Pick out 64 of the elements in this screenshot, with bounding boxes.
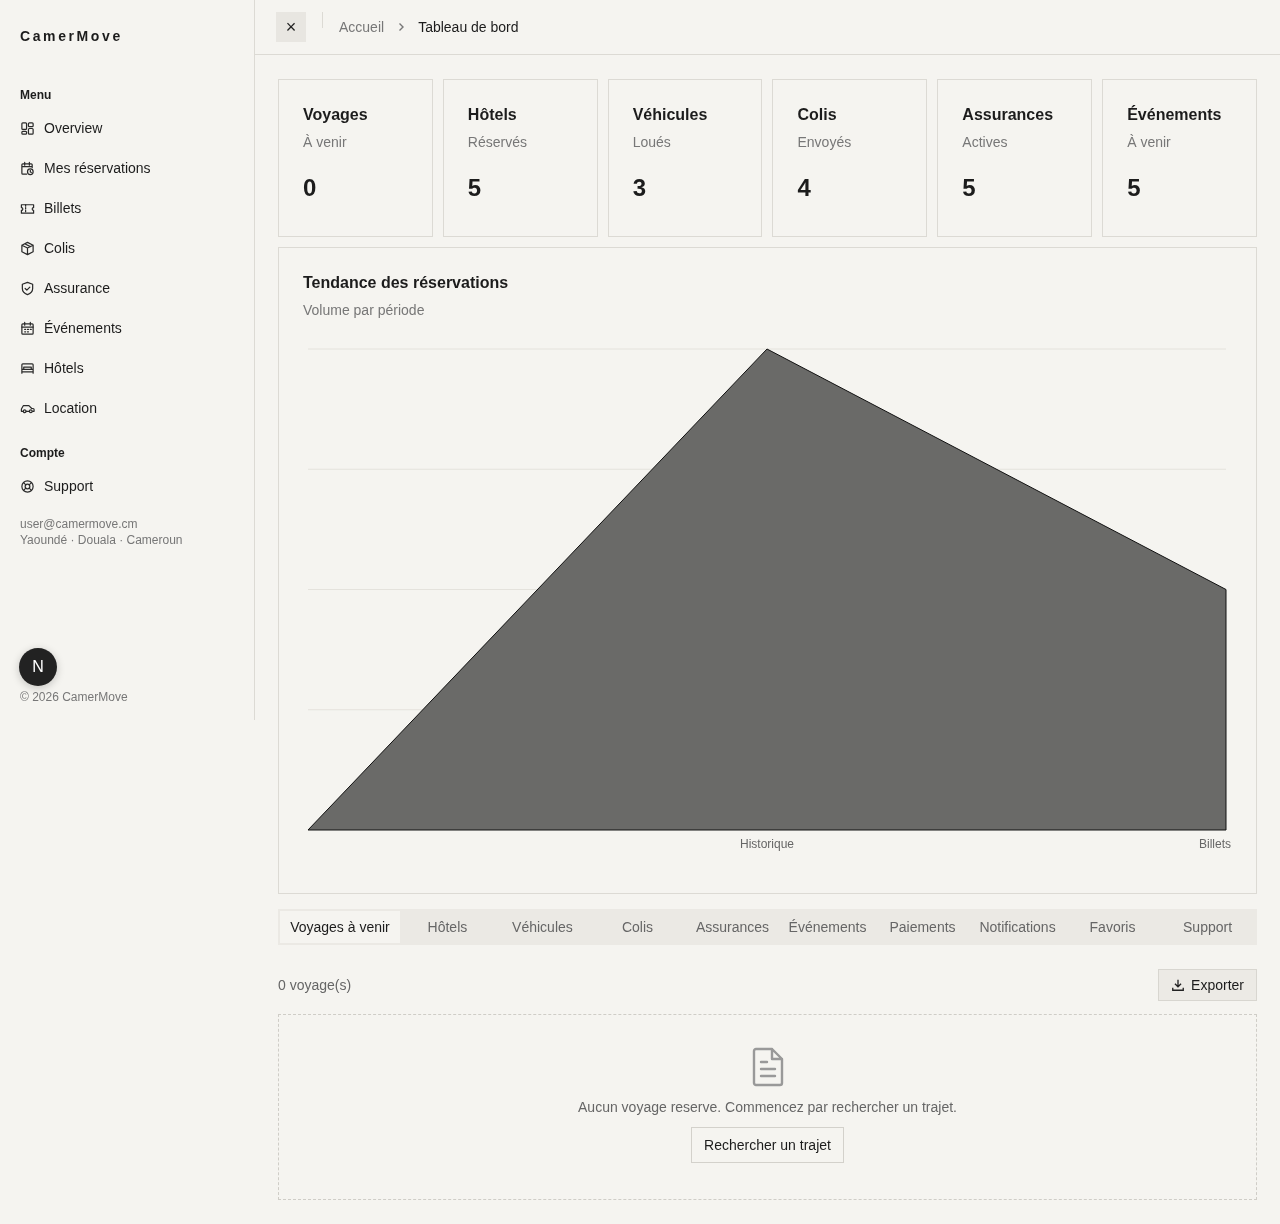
tab[interactable]: Hôtels xyxy=(399,911,495,943)
sidebar-item[interactable]: Colis xyxy=(20,228,76,268)
tab[interactable]: Événements xyxy=(779,911,875,943)
sidebar-item[interactable]: Overview xyxy=(20,108,103,148)
section-title: Menu xyxy=(20,88,53,102)
stat-title: Véhicules xyxy=(632,106,708,124)
copyright-text: © 2026 CamerMove xyxy=(20,690,129,704)
tab[interactable]: Assurances xyxy=(684,911,780,943)
sidebar-item[interactable]: Billets xyxy=(20,188,82,228)
section-title: Compte xyxy=(20,446,66,460)
empty-message: Aucun voyage reserve. Commencez par rechercher un trajet. xyxy=(578,1099,957,1115)
stat-value: 3 xyxy=(632,174,646,202)
tab[interactable]: Support xyxy=(1160,911,1256,943)
chart-subtitle: Volume par période xyxy=(303,302,425,318)
package-icon xyxy=(20,240,35,256)
calendar-clock-icon xyxy=(20,160,35,176)
breadcrumb-item[interactable]: Accueil xyxy=(339,19,385,35)
stat-title: Voyages xyxy=(303,106,368,124)
stat-subtitle: Loués xyxy=(632,134,671,150)
sidebar-item[interactable]: Location xyxy=(20,388,97,428)
brand-logo: CamerMove xyxy=(20,28,124,44)
stat-subtitle: Actives xyxy=(962,134,1008,150)
stat-value: 4 xyxy=(797,174,811,202)
lifebuoy-icon xyxy=(20,478,35,494)
tab[interactable]: Véhicules xyxy=(494,911,590,943)
stat-subtitle: À venir xyxy=(1127,134,1171,150)
stat-title: Colis xyxy=(797,106,837,124)
download-icon xyxy=(1171,978,1186,992)
stat-subtitle: Envoyés xyxy=(797,134,852,150)
tab[interactable]: Favoris xyxy=(1065,911,1161,943)
tab[interactable]: Paiements xyxy=(875,911,970,943)
calendar-icon xyxy=(20,320,35,336)
sidebar-item[interactable]: Assurance xyxy=(20,268,111,308)
stat-value: 0 xyxy=(303,174,317,202)
result-count: 0 voyage(s) xyxy=(278,977,352,993)
chart-title: Tendance des réservations xyxy=(303,274,509,292)
axis-label: Historique xyxy=(740,837,794,851)
stat-value: 5 xyxy=(1127,174,1141,202)
stat-value: 5 xyxy=(467,174,482,202)
stat-title: Événements xyxy=(1127,106,1222,124)
export-button[interactable]: Exporter xyxy=(1158,969,1257,1001)
stat-subtitle: À venir xyxy=(303,134,347,150)
sidebar-item[interactable]: Support xyxy=(20,466,94,506)
stat-value: 5 xyxy=(962,174,976,202)
stat-subtitle: Réservés xyxy=(467,134,527,150)
search-route-button[interactable]: Rechercher un trajet xyxy=(691,1127,844,1163)
tab[interactable]: Colis xyxy=(589,911,685,943)
breadcrumb-item: Tableau de bord xyxy=(418,19,519,35)
bed-icon xyxy=(20,360,35,376)
contact-text: Yaoundé · Douala · Cameroun xyxy=(20,532,184,548)
document-icon xyxy=(750,1047,785,1087)
avatar-badge[interactable]: N xyxy=(19,648,57,686)
close-button[interactable]: × xyxy=(276,12,306,42)
shield-icon xyxy=(20,280,35,296)
sidebar-item[interactable]: Mes réservations xyxy=(20,148,151,188)
stat-title: Hôtels xyxy=(467,106,517,124)
stat-title: Assurances xyxy=(962,106,1054,124)
grid-icon xyxy=(20,120,35,136)
tab[interactable]: Voyages à venir xyxy=(280,911,400,943)
tab[interactable]: Notifications xyxy=(970,911,1065,943)
sidebar-item[interactable]: Hôtels xyxy=(20,348,84,388)
contact-text: user@camermove.cm xyxy=(20,516,139,532)
axis-label: Billets xyxy=(1199,837,1231,851)
sidebar-item[interactable]: Événements xyxy=(20,308,122,348)
